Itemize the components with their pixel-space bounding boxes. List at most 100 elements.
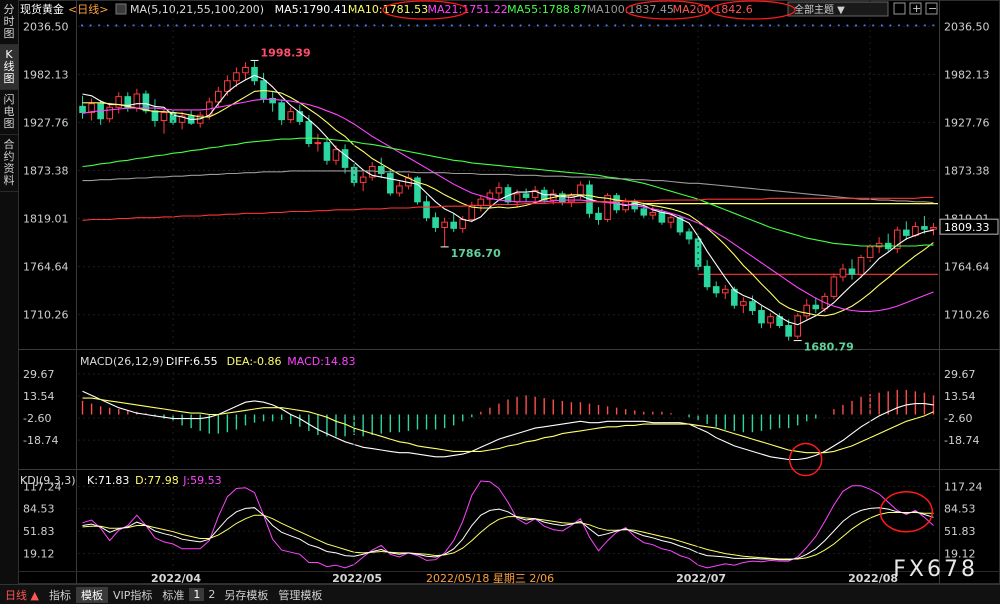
event-marker-dot <box>725 24 729 27</box>
candle-body <box>848 268 856 275</box>
event-marker-dot <box>424 24 428 27</box>
page-1-button[interactable]: 1 <box>189 588 205 601</box>
save-template-button[interactable]: 另存模板 <box>219 587 273 603</box>
candle-body <box>758 310 765 324</box>
low-annotation-2: 1680.79 <box>804 341 854 354</box>
theme-button-label: 全部主题 ▼ <box>794 3 845 16</box>
price-tick-left: 1710.26 <box>23 309 69 322</box>
macd-tick-right: -2.60 <box>944 412 972 425</box>
tab-indicator[interactable]: 指标 <box>44 587 76 603</box>
macd-tick-left: 13.54 <box>23 390 55 403</box>
macd-tick-left: -2.60 <box>23 412 51 425</box>
kdj-tick-right: 84.53 <box>944 503 976 516</box>
ma-value-3: MA55:1788.87 <box>507 3 587 16</box>
event-marker-dot <box>786 24 789 27</box>
event-marker-dot <box>605 24 608 27</box>
event-marker-dot <box>880 24 883 27</box>
candle-body <box>740 301 747 306</box>
candle-body <box>151 110 159 122</box>
candle-body <box>305 120 313 144</box>
candle-body <box>703 265 711 288</box>
event-marker-dot <box>794 24 797 27</box>
kdj-tick-left: 51.83 <box>23 525 55 538</box>
date-label: 2022/05 <box>332 572 382 584</box>
ma-toggle-icon <box>115 3 127 15</box>
settings-icon <box>893 2 906 15</box>
chart-title: <日线> <box>68 2 108 16</box>
sidebar-tab-contract[interactable]: 合约资料 <box>0 135 18 192</box>
tab-template[interactable]: 模板 <box>75 586 108 603</box>
chart-title: 现货黄金 <box>20 2 64 16</box>
cursor-date-label: 2022/05/18 星期三 2/06 <box>426 572 554 584</box>
candle-body <box>287 111 295 121</box>
candle-body <box>667 217 675 223</box>
price-tick-right: 1710.26 <box>944 309 990 322</box>
event-marker-dot <box>270 24 273 27</box>
plus-icon: + <box>912 2 921 15</box>
event-marker-dot <box>115 24 118 27</box>
ma-value-5: MA200:1842.6 <box>673 3 753 16</box>
chart-frame <box>18 0 1000 584</box>
event-marker-dot <box>579 24 582 27</box>
price-tick-right: 2036.50 <box>944 20 990 33</box>
event-marker-dot <box>571 24 574 27</box>
candle-body <box>459 219 467 229</box>
event-marker-dot <box>915 24 918 27</box>
manage-template-button[interactable]: 管理模板 <box>273 587 327 603</box>
event-marker-dot <box>80 24 84 27</box>
event-marker-dot <box>760 24 763 27</box>
candle-body <box>477 198 485 206</box>
ma-value-2: MA21:1751.22 <box>428 3 508 16</box>
ma-params: MA(5,10,21,55,100,200) <box>130 3 264 16</box>
sidebar-tab-kline[interactable]: K线图 <box>0 45 18 90</box>
event-marker-dot <box>700 24 703 27</box>
candle-body <box>106 106 113 120</box>
candle-body <box>450 221 457 229</box>
candle-body <box>658 211 666 223</box>
sidebar-tab-timeshare[interactable]: 分时图 <box>0 0 18 45</box>
candle-body <box>930 226 937 230</box>
event-marker-dot <box>356 24 359 27</box>
event-marker-dot <box>485 24 488 27</box>
event-marker-dot <box>390 24 393 27</box>
macd-header: MACD(26,12,9) <box>80 355 164 368</box>
price-tick-left: 1819.01 <box>23 213 69 226</box>
page-2-button[interactable]: 2 <box>204 588 219 601</box>
candle-body <box>839 268 847 278</box>
candle-body <box>577 184 584 197</box>
ma-line-MA21 <box>82 98 934 312</box>
candle-body <box>432 217 439 228</box>
candle-body <box>278 102 285 121</box>
event-marker-dot <box>545 24 548 27</box>
date-label: 2022/04 <box>151 572 201 584</box>
period-selector[interactable]: 日线 ▲ <box>0 587 44 603</box>
candle-body <box>314 142 322 145</box>
date-label: 2022/08 <box>848 572 898 584</box>
candle-body <box>359 176 367 183</box>
kdj-tick-left: 19.12 <box>23 547 55 560</box>
tab-vip-indicator[interactable]: VIP指标 <box>108 587 157 603</box>
candle-body <box>921 226 928 230</box>
macd-tick-left: -18.74 <box>23 434 58 447</box>
candle-body <box>640 208 648 216</box>
macd-diff-label: DIFF:6.55 <box>166 355 218 368</box>
date-label: 2022/07 <box>676 572 726 584</box>
candle-body <box>857 257 865 275</box>
candle-body <box>377 165 385 175</box>
macd-dea-label: DEA:-0.86 <box>227 355 282 368</box>
bottom-toolbar: 日线 ▲ 指标 模板 VIP指标 标准 1 2 另存模板 管理模板 <box>0 584 1000 604</box>
sidebar-tab-flash[interactable]: 闪电图 <box>0 90 18 135</box>
kline-chart[interactable]: 现货黄金 <日线> MA(5,10,21,55,100,200) MA5:1790.4… <box>18 0 1000 584</box>
kdj-j-label: J:59.53 <box>182 474 221 487</box>
candle-body <box>513 193 521 203</box>
macd-tick-right: -18.74 <box>944 434 979 447</box>
tab-standard[interactable]: 标准 <box>157 587 189 603</box>
event-marker-dot <box>510 24 514 27</box>
kdj-tick-right: 51.83 <box>944 525 976 538</box>
candle-body <box>115 96 123 108</box>
event-marker-dot <box>235 24 238 27</box>
candle-body <box>649 211 657 216</box>
ma-value-0: MA5:1790.41 <box>275 3 348 16</box>
event-marker-dot <box>209 24 213 27</box>
candle-body <box>812 304 820 310</box>
